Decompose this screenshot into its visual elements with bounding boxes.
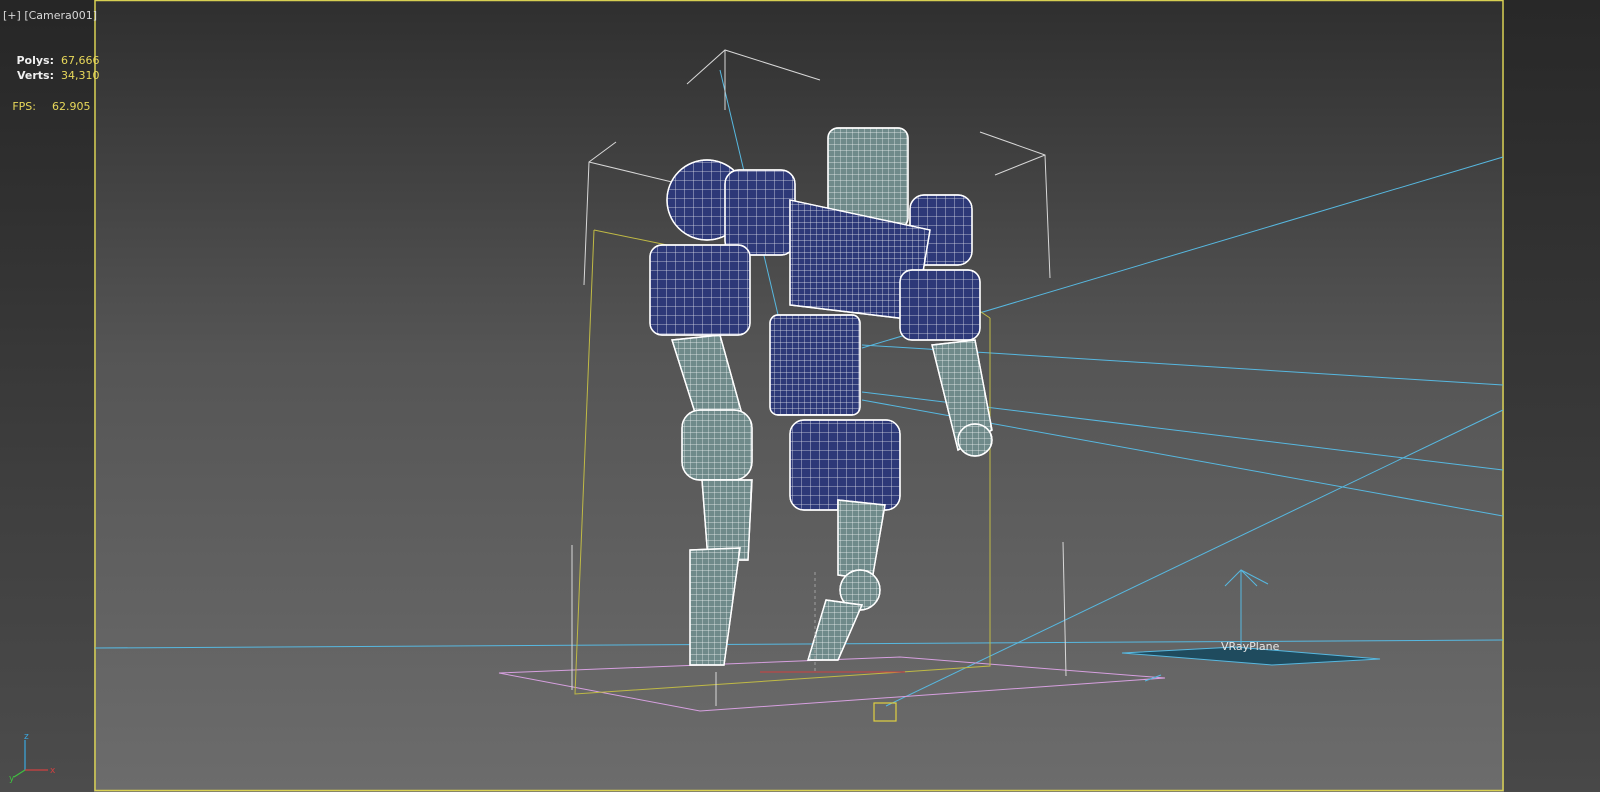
viewport-scene[interactable]: VRayPlane z x y: [0, 0, 1600, 792]
verts-label: Verts:: [16, 69, 54, 82]
fps-label: FPS:: [12, 100, 36, 113]
axis-label-x: x: [50, 766, 56, 776]
verts-row: Verts: 34,310: [8, 68, 100, 83]
polys-row: Polys: 67,666: [8, 53, 100, 68]
viewport-point-of-view-menu[interactable]: [Camera001]: [24, 9, 97, 22]
axis-tripod: z x y: [9, 732, 56, 784]
vray-plane-object[interactable]: VRayPlane: [1121, 569, 1381, 682]
viewport-general-menu[interactable]: [+]: [3, 9, 21, 22]
axis-label-y: y: [9, 774, 15, 784]
viewport-statistics: Polys: 67,666 Verts: 34,310 FPS: 62.905: [8, 53, 100, 114]
horizon-line: [94, 639, 1504, 649]
viewport-label[interactable]: [+] [Camera001]: [3, 9, 97, 22]
ground-plane: [498, 656, 1166, 712]
axis-label-z: z: [24, 732, 29, 742]
polys-label: Polys:: [16, 54, 54, 67]
fps-row: FPS: 62.905: [8, 99, 100, 114]
robot-mesh[interactable]: [649, 127, 993, 666]
polys-value: 67,666: [61, 54, 100, 67]
fps-value: 62.905: [52, 100, 91, 113]
verts-value: 34,310: [61, 69, 100, 82]
viewport-camera001[interactable]: VRayPlane z x y [+] [Camera001] Polys: 67…: [0, 0, 1600, 792]
vray-plane-label: VRayPlane: [1221, 640, 1280, 653]
camera-target-cube[interactable]: [873, 702, 897, 722]
